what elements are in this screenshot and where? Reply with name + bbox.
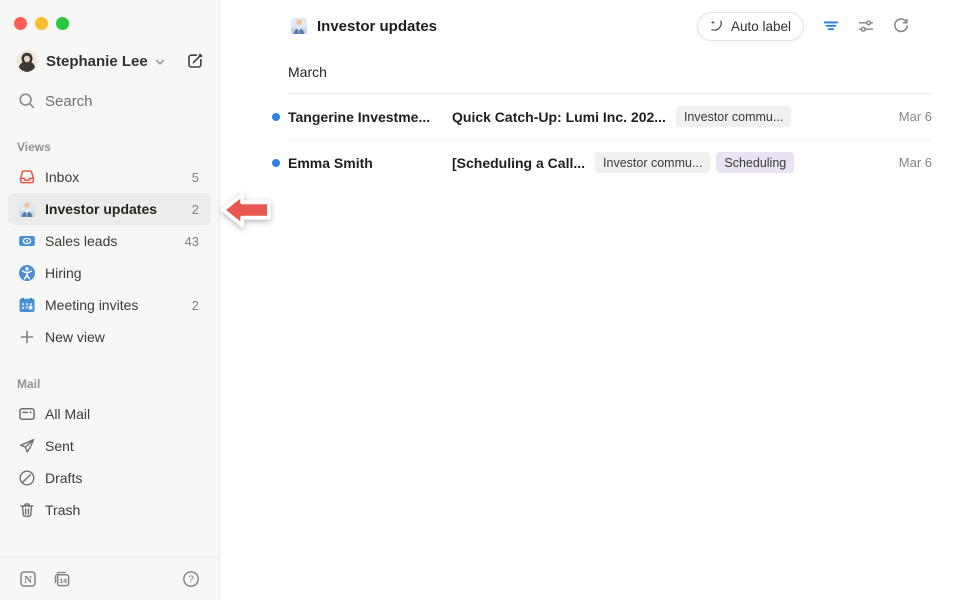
close-button[interactable] bbox=[14, 17, 27, 30]
svg-text:N: N bbox=[24, 575, 32, 586]
email-tags: Investor commu... bbox=[676, 106, 791, 127]
auto-label-text: Auto label bbox=[731, 19, 791, 34]
unread-count-badge: 5 bbox=[192, 170, 199, 185]
search-label: Search bbox=[45, 93, 93, 110]
main-header: Investor updates Auto label bbox=[221, 0, 960, 48]
sidebar-footer: N 14 ? bbox=[0, 557, 219, 600]
sidebar-item-hiring[interactable]: Hiring bbox=[8, 257, 211, 289]
sidebar-item-all-mail[interactable]: All Mail bbox=[8, 398, 211, 430]
sidebar-item-label: Trash bbox=[45, 502, 80, 518]
email-subject: Quick Catch-Up: Lumi Inc. 202... bbox=[452, 109, 666, 125]
svg-text:?: ? bbox=[188, 575, 194, 586]
inbox-icon bbox=[18, 168, 36, 186]
mail-section-label: Mail bbox=[17, 377, 219, 392]
sidebar-item-trash[interactable]: Trash bbox=[8, 494, 211, 526]
sidebar-item-drafts[interactable]: Drafts bbox=[8, 462, 211, 494]
sidebar-item-sent[interactable]: Sent bbox=[8, 430, 211, 462]
window-controls bbox=[0, 0, 219, 30]
account-row: Stephanie Lee bbox=[16, 46, 205, 76]
sidebar-item-label: Sent bbox=[45, 438, 74, 454]
allmail-icon bbox=[18, 405, 36, 423]
sidebar: Stephanie Lee Search Views Inbox 5 Investo… bbox=[0, 0, 220, 600]
drafts-icon bbox=[18, 469, 36, 487]
sidebar-item-label: Sales leads bbox=[45, 233, 117, 249]
help-icon[interactable]: ? bbox=[181, 569, 201, 589]
plus-icon bbox=[18, 328, 36, 346]
app-window: Stephanie Lee Search Views Inbox 5 Investo… bbox=[0, 0, 960, 600]
display-settings-button[interactable] bbox=[855, 15, 877, 37]
email-row[interactable]: Emma Smith[Scheduling a Call... Investor … bbox=[288, 140, 932, 185]
notion-icon[interactable]: N bbox=[18, 569, 38, 589]
sent-icon bbox=[18, 437, 36, 455]
calendar-app-icon[interactable]: 14 bbox=[52, 569, 72, 589]
auto-label-icon bbox=[708, 18, 725, 35]
unread-dot bbox=[272, 113, 280, 121]
investor-icon bbox=[18, 200, 36, 218]
header-controls: Auto label bbox=[697, 12, 912, 41]
calendar-icon bbox=[18, 296, 36, 314]
svg-text:14: 14 bbox=[59, 578, 67, 585]
chevron-down-icon[interactable] bbox=[154, 56, 166, 68]
person-icon bbox=[18, 264, 36, 282]
email-date: Mar 6 bbox=[889, 155, 932, 170]
email-sender: Emma Smith bbox=[288, 155, 452, 171]
banknote-icon bbox=[18, 232, 36, 250]
sidebar-item-meeting-invites[interactable]: Meeting invites 2 bbox=[8, 289, 211, 321]
sidebar-item-label: Drafts bbox=[45, 470, 82, 486]
email-rows: Tangerine Investme...Quick Catch-Up: Lum… bbox=[288, 94, 932, 185]
sidebar-item-label: All Mail bbox=[45, 406, 90, 422]
sidebar-item-new-view[interactable]: New view bbox=[8, 321, 211, 353]
compose-button[interactable] bbox=[185, 51, 205, 71]
email-label-tag[interactable]: Investor commu... bbox=[676, 106, 791, 127]
email-sender: Tangerine Investme... bbox=[288, 109, 452, 125]
views-list: Inbox 5 Investor updates 2 Sales leads 43 Hiri… bbox=[0, 155, 219, 353]
filter-button[interactable] bbox=[820, 15, 842, 37]
account-name[interactable]: Stephanie Lee bbox=[46, 53, 148, 70]
investor-updates-icon bbox=[290, 17, 308, 35]
main-panel: Investor updates Auto label March Tanger… bbox=[221, 0, 960, 600]
email-tags: Investor commu... Scheduling bbox=[595, 152, 794, 173]
page-title: Investor updates bbox=[317, 18, 437, 35]
sidebar-item-label: Inbox bbox=[45, 169, 79, 185]
zoom-button[interactable] bbox=[56, 17, 69, 30]
unread-count-badge: 2 bbox=[192, 202, 199, 217]
trash-icon bbox=[18, 501, 36, 519]
unread-count-badge: 2 bbox=[192, 298, 199, 313]
search-icon bbox=[17, 91, 37, 111]
sidebar-item-investor-updates[interactable]: Investor updates 2 bbox=[8, 193, 211, 225]
sidebar-item-label: Meeting invites bbox=[45, 297, 138, 313]
email-row[interactable]: Tangerine Investme...Quick Catch-Up: Lum… bbox=[288, 94, 932, 140]
sidebar-item-label: Hiring bbox=[45, 265, 82, 281]
unread-count-badge: 43 bbox=[185, 234, 199, 249]
email-label-tag[interactable]: Scheduling bbox=[716, 152, 794, 173]
refresh-button[interactable] bbox=[890, 15, 912, 37]
sidebar-item-label: Investor updates bbox=[45, 201, 157, 217]
views-section-label: Views bbox=[17, 140, 219, 155]
email-subject: [Scheduling a Call... bbox=[452, 155, 585, 171]
unread-dot bbox=[272, 159, 280, 167]
avatar[interactable] bbox=[16, 50, 38, 72]
email-list: March Tangerine Investme...Quick Catch-U… bbox=[288, 48, 932, 185]
pointer-arrow-icon bbox=[219, 188, 273, 237]
email-date: Mar 6 bbox=[889, 109, 932, 124]
sidebar-item-sales-leads[interactable]: Sales leads 43 bbox=[8, 225, 211, 257]
auto-label-button[interactable]: Auto label bbox=[697, 12, 804, 41]
date-group-label: March bbox=[288, 48, 932, 94]
mail-list: All Mail Sent Drafts Trash bbox=[0, 392, 219, 526]
email-label-tag[interactable]: Investor commu... bbox=[595, 152, 710, 173]
minimize-button[interactable] bbox=[35, 17, 48, 30]
sidebar-item-label: New view bbox=[45, 329, 105, 345]
sidebar-item-inbox[interactable]: Inbox 5 bbox=[8, 161, 211, 193]
search-button[interactable]: Search bbox=[17, 88, 205, 114]
